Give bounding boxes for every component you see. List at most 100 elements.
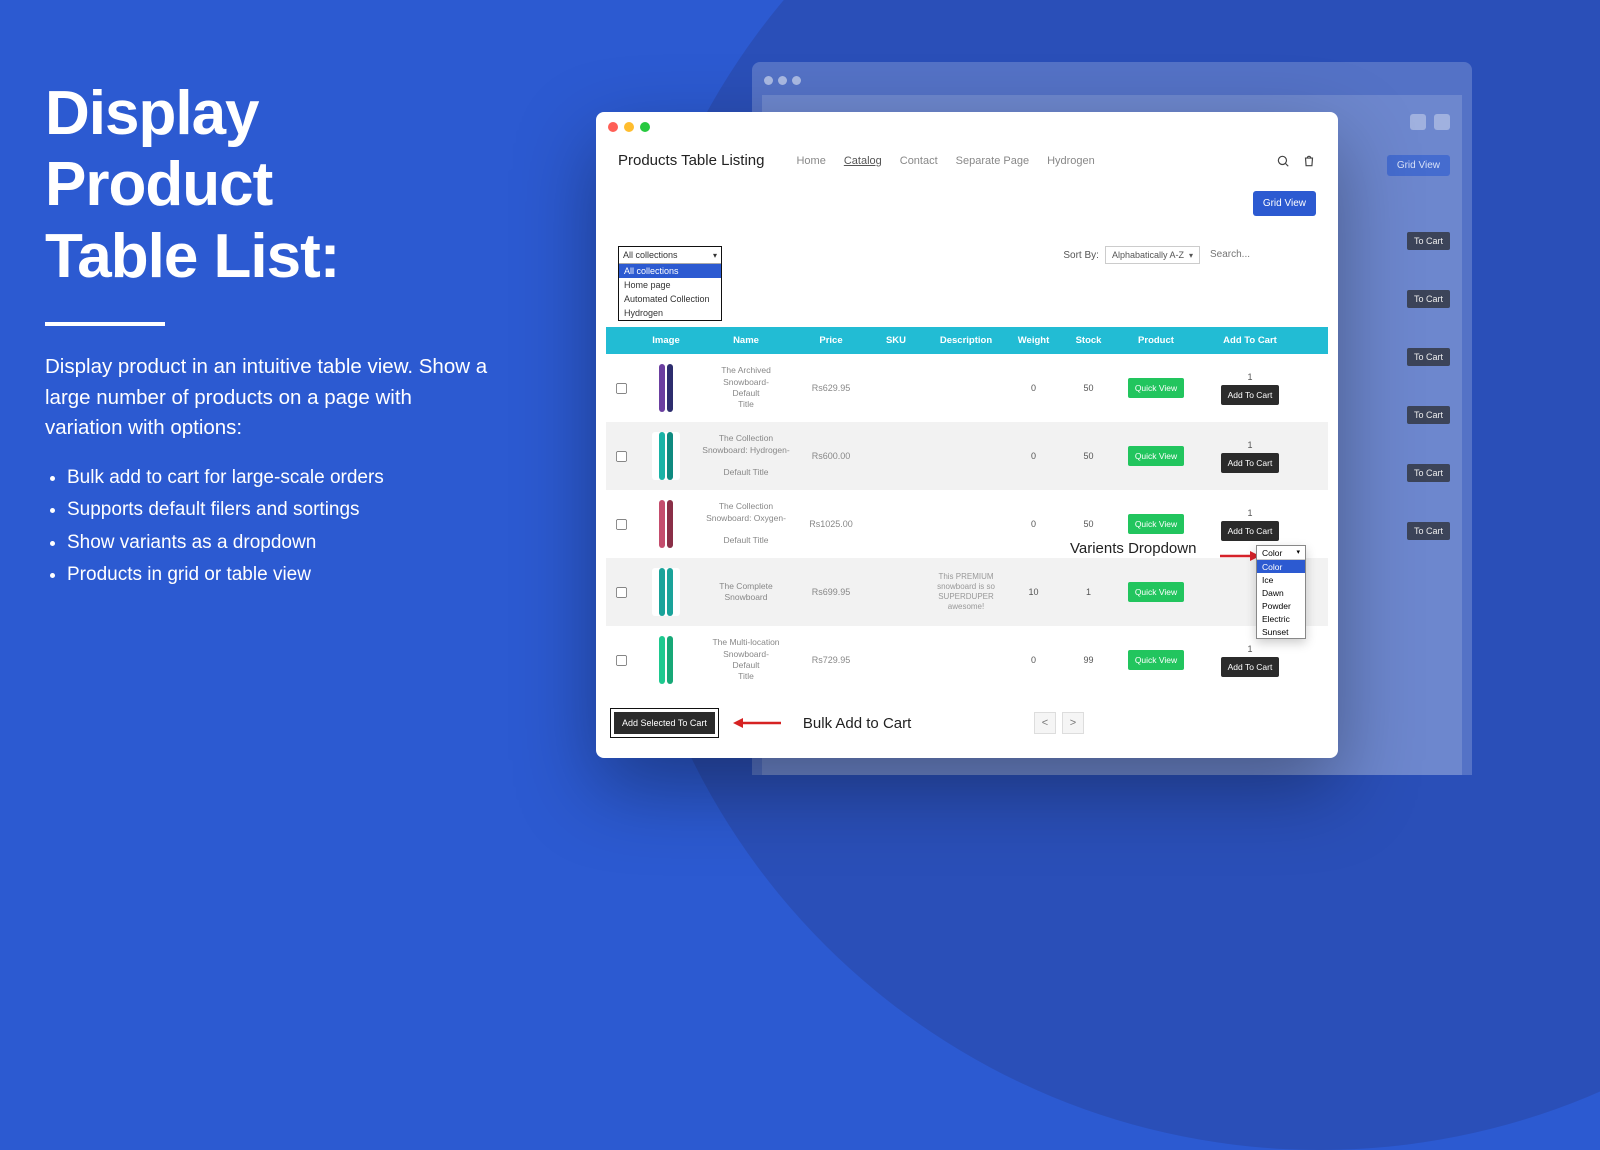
col-price: Price xyxy=(796,327,866,354)
collections-options: All collections Home page Automated Coll… xyxy=(619,264,721,320)
variant-option[interactable]: Dawn xyxy=(1257,586,1305,599)
product-weight: 0 xyxy=(1006,443,1061,469)
product-name: The Complete Snowboard xyxy=(696,573,796,612)
collection-option[interactable]: Home page xyxy=(619,278,721,292)
products-table: Image Name Price SKU Description Weight … xyxy=(606,327,1328,694)
product-image xyxy=(652,432,680,480)
collection-option[interactable]: Hydrogen xyxy=(619,306,721,320)
app-title: Products Table Listing xyxy=(618,152,764,169)
table-row: The Multi-location Snowboard-Default Tit… xyxy=(606,626,1328,694)
window-close-icon[interactable] xyxy=(608,122,618,132)
product-description xyxy=(926,652,1006,668)
product-name: The Multi-location Snowboard-Default Tit… xyxy=(696,629,796,691)
product-price: Rs729.95 xyxy=(796,647,866,673)
nav-catalog[interactable]: Catalog xyxy=(844,155,882,167)
quick-view-button[interactable]: Quick View xyxy=(1128,446,1184,466)
pagination: < > xyxy=(1034,712,1084,734)
variant-option[interactable]: Color xyxy=(1257,560,1305,573)
qty-value: 1 xyxy=(1247,644,1252,654)
prev-page-button[interactable]: < xyxy=(1034,712,1056,734)
product-sku xyxy=(866,584,926,600)
variant-option[interactable]: Electric xyxy=(1257,612,1305,625)
bg-grid-view-button: Grid View xyxy=(1387,155,1450,176)
window-maximize-icon[interactable] xyxy=(640,122,650,132)
variants-dropdown[interactable]: Color ▾ Color Ice Dawn Powder Electric S… xyxy=(1256,545,1306,639)
col-check xyxy=(606,327,636,354)
add-to-cart-button[interactable]: Add To Cart xyxy=(1221,385,1280,405)
chevron-down-icon: ▾ xyxy=(713,251,717,260)
product-description xyxy=(926,448,1006,464)
search-icon xyxy=(1410,114,1426,130)
product-weight: 0 xyxy=(1006,511,1061,537)
collection-option[interactable]: Automated Collection xyxy=(619,292,721,306)
page-title: Display Product Table List: xyxy=(45,78,495,292)
row-checkbox[interactable] xyxy=(615,518,626,529)
product-price: Rs629.95 xyxy=(796,375,866,401)
product-stock: 50 xyxy=(1061,443,1116,469)
product-sku xyxy=(866,516,926,532)
nav-home[interactable]: Home xyxy=(796,155,825,167)
search-input[interactable] xyxy=(1206,246,1316,264)
window-minimize-icon[interactable] xyxy=(624,122,634,132)
product-stock: 99 xyxy=(1061,647,1116,673)
quick-view-button[interactable]: Quick View xyxy=(1128,650,1184,670)
nav-contact[interactable]: Contact xyxy=(900,155,938,167)
row-checkbox[interactable] xyxy=(615,382,626,393)
app-window: Products Table Listing Home Catalog Cont… xyxy=(596,112,1338,758)
variant-option[interactable]: Powder xyxy=(1257,599,1305,612)
marketing-panel: Display Product Table List: Display prod… xyxy=(45,78,495,591)
bag-icon xyxy=(1434,114,1450,130)
main-nav: Home Catalog Contact Separate Page Hydro… xyxy=(796,155,1094,167)
product-image xyxy=(652,500,680,548)
product-weight: 10 xyxy=(1006,579,1061,605)
col-name: Name xyxy=(696,327,796,354)
product-name: The Collection Snowboard: Oxygen- Defaul… xyxy=(696,493,796,555)
col-weight: Weight xyxy=(1006,327,1061,354)
add-selected-to-cart-button[interactable]: Add Selected To Cart xyxy=(614,712,715,734)
product-sku xyxy=(866,652,926,668)
quick-view-button[interactable]: Quick View xyxy=(1128,582,1184,602)
row-checkbox[interactable] xyxy=(615,450,626,461)
feature-item: Products in grid or table view xyxy=(67,559,495,591)
bulk-add-label: Bulk Add to Cart xyxy=(803,715,911,732)
add-to-cart-button[interactable]: Add To Cart xyxy=(1221,521,1280,541)
product-price: Rs600.00 xyxy=(796,443,866,469)
product-image xyxy=(652,636,680,684)
nav-hydrogen[interactable]: Hydrogen xyxy=(1047,155,1095,167)
collection-option[interactable]: All collections xyxy=(619,264,721,278)
divider xyxy=(45,322,165,326)
marketing-description: Display product in an intuitive table vi… xyxy=(45,352,495,444)
sort-by-label: Sort By: xyxy=(1063,250,1099,261)
sort-select[interactable]: Alphabatically A-Z ▾ xyxy=(1105,246,1200,264)
add-to-cart-button[interactable]: Add To Cart xyxy=(1221,657,1280,677)
col-add-to-cart: Add To Cart xyxy=(1196,327,1304,354)
variant-option[interactable]: Sunset xyxy=(1257,625,1305,638)
grid-view-button[interactable]: Grid View xyxy=(1253,191,1316,216)
col-product: Product xyxy=(1116,327,1196,354)
variant-option[interactable]: Ice xyxy=(1257,573,1305,586)
table-row: The Collection Snowboard: Oxygen- Defaul… xyxy=(606,490,1328,558)
product-sku xyxy=(866,448,926,464)
search-icon[interactable] xyxy=(1276,154,1290,168)
row-checkbox[interactable] xyxy=(615,654,626,665)
qty-value: 1 xyxy=(1247,508,1252,518)
quick-view-button[interactable]: Quick View xyxy=(1128,514,1184,534)
product-description xyxy=(926,380,1006,396)
bag-icon[interactable] xyxy=(1302,154,1316,168)
row-checkbox[interactable] xyxy=(615,586,626,597)
product-description: This PREMIUM snowboard is so SUPERDUPER … xyxy=(926,564,1006,620)
next-page-button[interactable]: > xyxy=(1062,712,1084,734)
product-weight: 0 xyxy=(1006,647,1061,673)
product-weight: 0 xyxy=(1006,375,1061,401)
product-price: Rs1025.00 xyxy=(796,511,866,537)
chevron-down-icon: ▾ xyxy=(1189,251,1193,260)
feature-item: Supports default filers and sortings xyxy=(67,494,495,526)
collections-select[interactable]: All collections ▾ All collections Home p… xyxy=(618,246,722,321)
table-row: The Archived Snowboard-Default Title Rs6… xyxy=(606,354,1328,422)
quick-view-button[interactable]: Quick View xyxy=(1128,378,1184,398)
nav-separate-page[interactable]: Separate Page xyxy=(956,155,1029,167)
product-name: The Collection Snowboard: Hydrogen- Defa… xyxy=(696,425,796,487)
feature-item: Bulk add to cart for large-scale orders xyxy=(67,462,495,494)
product-stock: 50 xyxy=(1061,375,1116,401)
add-to-cart-button[interactable]: Add To Cart xyxy=(1221,453,1280,473)
